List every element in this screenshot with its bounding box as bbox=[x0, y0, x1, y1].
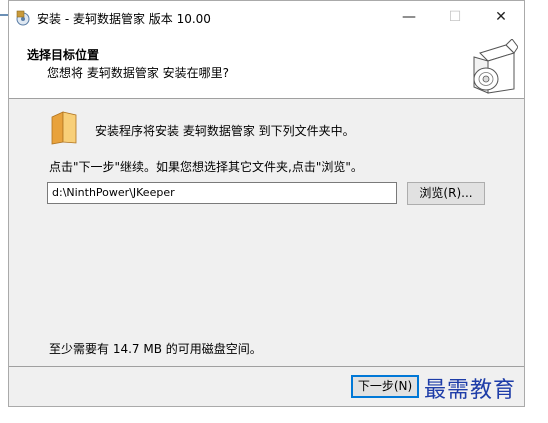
next-button[interactable]: 下一步(N) bbox=[351, 375, 419, 398]
maximize-button[interactable]: ☐ bbox=[432, 1, 478, 34]
installer-window: 安装 - 麦轲数据管家 版本 10.00 — ☐ ✕ 选择目标位置 您想将 麦轲… bbox=[8, 0, 525, 407]
minimize-button[interactable]: — bbox=[386, 1, 432, 34]
box-disc-icon bbox=[473, 39, 518, 94]
page-title: 选择目标位置 bbox=[27, 48, 100, 62]
wizard-header: 选择目标位置 您想将 麦轲数据管家 安装在哪里? bbox=[9, 34, 524, 99]
footer-divider bbox=[9, 366, 524, 367]
page-subtitle: 您想将 麦轲数据管家 安装在哪里? bbox=[47, 66, 229, 80]
browse-button[interactable]: 浏览(R)... bbox=[407, 182, 485, 205]
title-bar[interactable]: 安装 - 麦轲数据管家 版本 10.00 — ☐ ✕ bbox=[9, 1, 524, 34]
window-title: 安装 - 麦轲数据管家 版本 10.00 bbox=[37, 12, 211, 26]
installer-icon bbox=[16, 10, 30, 26]
instruction-text: 点击"下一步"继续。如果您想选择其它文件夹,点击"浏览"。 bbox=[49, 160, 363, 174]
install-destination-text: 安装程序将安装 麦轲数据管家 到下列文件夹中。 bbox=[95, 124, 355, 138]
disk-space-text: 至少需要有 14.7 MB 的可用磁盘空间。 bbox=[49, 342, 262, 356]
install-path-input[interactable]: d:\NinthPower\JKeeper bbox=[47, 182, 397, 204]
watermark-logo: 最需教育 bbox=[424, 378, 517, 403]
close-button[interactable]: ✕ bbox=[478, 1, 524, 34]
left-edge-line bbox=[0, 14, 8, 16]
folder-icon bbox=[51, 111, 77, 145]
